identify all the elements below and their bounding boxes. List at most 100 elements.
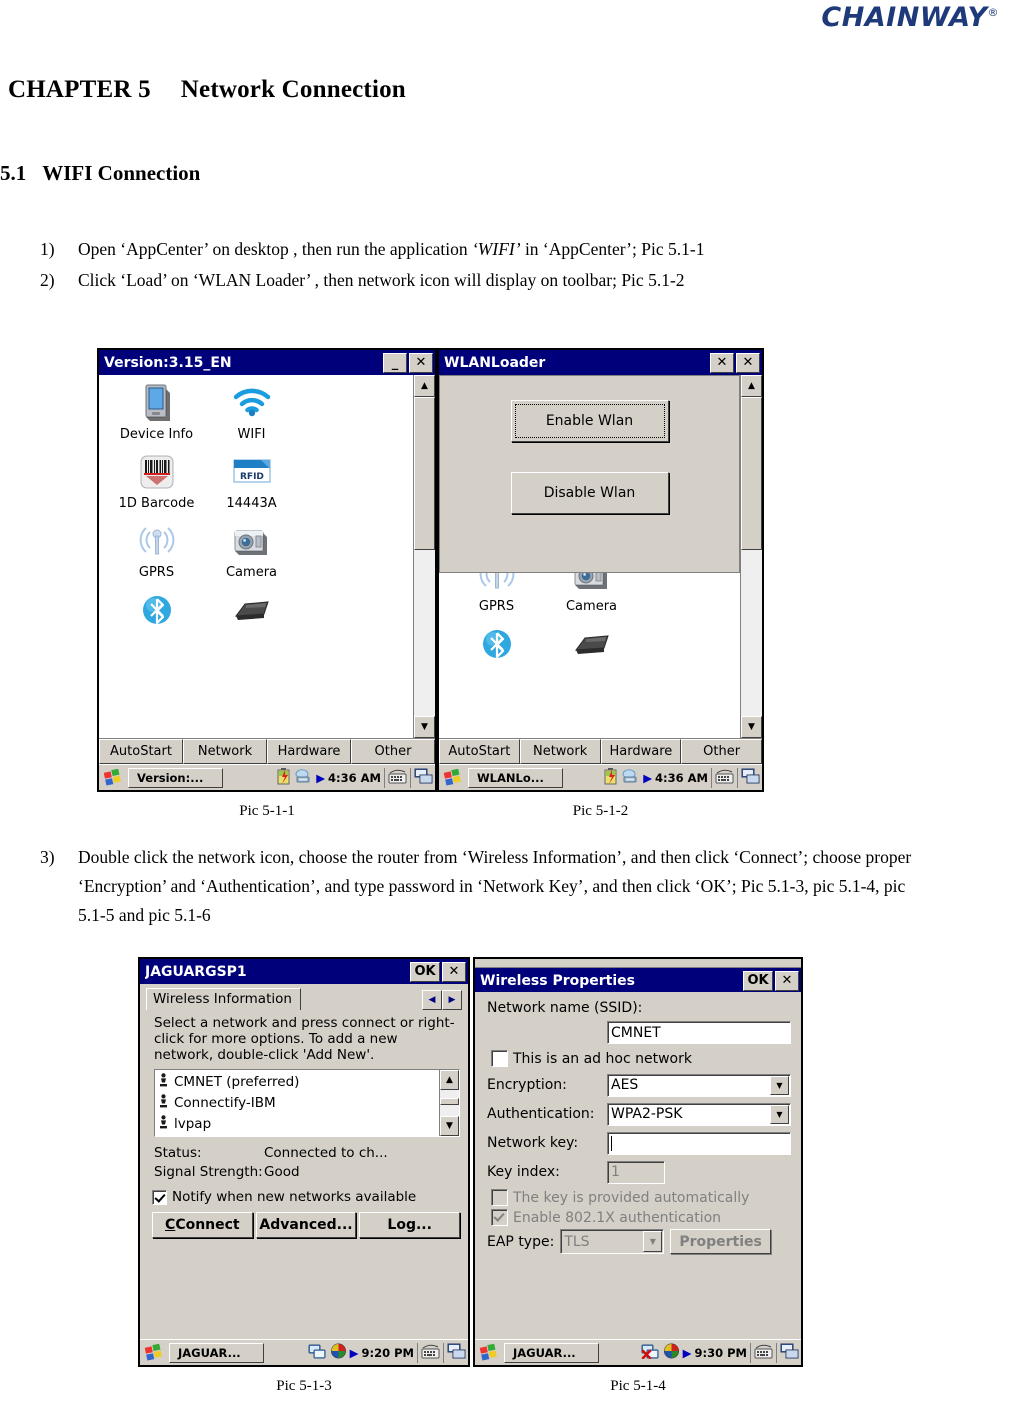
tab-wireless-information[interactable]: Wireless Information (146, 988, 301, 1010)
desktop-icon-14443a[interactable]: RFID 14443A (204, 450, 299, 511)
battery-icon[interactable] (277, 767, 291, 788)
start-button-icon[interactable] (142, 1342, 166, 1363)
connect-button[interactable]: C Connect (152, 1212, 253, 1238)
show-desktop-icon[interactable] (780, 1343, 799, 1362)
clock-time[interactable]: 9:20 PM (362, 1346, 414, 1360)
desktop-icon-camera[interactable]: Camera (204, 519, 299, 580)
scrollbar-thumb[interactable] (741, 397, 762, 551)
network-connection-icon[interactable] (621, 768, 640, 787)
adhoc-checkbox[interactable] (491, 1050, 508, 1067)
scrollbar-track[interactable] (741, 397, 762, 716)
tab-network[interactable]: Network (183, 739, 267, 764)
soft-keyboard-icon[interactable] (388, 768, 407, 787)
chevron-down-icon[interactable]: ▼ (770, 1075, 789, 1095)
close-button[interactable]: ✕ (442, 961, 466, 982)
start-button-icon[interactable] (441, 767, 465, 788)
list-item[interactable]: Connectify-IBM (159, 1092, 439, 1113)
log-button[interactable]: Log... (359, 1212, 461, 1238)
taskbar-window-button[interactable]: Version:... (128, 767, 223, 788)
encryption-select[interactable]: AES ▼ (607, 1073, 791, 1097)
show-desktop-icon[interactable] (741, 768, 760, 787)
clock-time[interactable]: 4:36 AM (328, 771, 381, 785)
advanced-button[interactable]: Advanced... (255, 1212, 357, 1238)
wireless-signal-tray-icon[interactable] (663, 1343, 680, 1362)
scrollbar-thumb[interactable] (440, 1097, 459, 1106)
tab-scroll-left-icon[interactable]: ◀ (422, 990, 442, 1010)
scroll-up-arrow[interactable]: ▲ (440, 1070, 459, 1090)
network-list[interactable]: CMNET (preferred) Connectify-IBM lvpap ▲… (154, 1069, 460, 1137)
clock-time[interactable]: 4:36 AM (655, 771, 708, 785)
network-list-scrollbar[interactable]: ▲ ▼ (439, 1070, 459, 1136)
desktop-icon-label: 14443A (226, 496, 277, 511)
soft-keyboard-icon[interactable] (715, 768, 734, 787)
wireless-signal-tray-icon[interactable] (330, 1343, 347, 1362)
start-button-icon[interactable] (101, 767, 125, 788)
tab-scroll-right-icon[interactable]: ▶ (442, 990, 462, 1010)
scroll-down-arrow[interactable]: ▼ (414, 716, 435, 738)
tray-play-arrow-icon[interactable]: ▶ (316, 771, 325, 785)
desktop-icon-gprs[interactable]: GPRS (109, 519, 204, 580)
tab-autostart[interactable]: AutoStart (439, 739, 520, 764)
desktop-icon-scanner[interactable] (204, 588, 299, 634)
tray-play-arrow-icon[interactable]: ▶ (683, 1346, 692, 1360)
soft-keyboard-icon[interactable] (421, 1343, 440, 1362)
chevron-down-icon[interactable]: ▼ (770, 1104, 789, 1124)
close-button[interactable]: ✕ (775, 970, 799, 991)
battery-icon[interactable] (604, 767, 618, 788)
tray-play-arrow-icon[interactable]: ▶ (643, 771, 652, 785)
show-desktop-icon[interactable] (447, 1343, 466, 1362)
tab-autostart[interactable]: AutoStart (99, 739, 183, 764)
system-tray: ▶ 9:30 PM (641, 1342, 799, 1363)
list-item[interactable]: lvpap (159, 1113, 439, 1134)
notify-checkbox[interactable] (152, 1189, 167, 1205)
desktop-icon-wifi[interactable]: WIFI (204, 381, 299, 442)
list-item[interactable]: CMNET (preferred) (159, 1071, 439, 1092)
key-index-input[interactable]: 1 (607, 1160, 665, 1184)
section-heading: 5.1 WIFI Connection (0, 161, 200, 186)
tab-other[interactable]: Other (681, 739, 762, 764)
desktop-scrollbar[interactable]: ▲ ▼ (413, 375, 435, 738)
tab-hardware[interactable]: Hardware (600, 739, 682, 764)
taskbar-window-button[interactable]: JAGUAR... (169, 1342, 264, 1363)
minimize-button[interactable]: _ (383, 352, 407, 373)
tab-other[interactable]: Other (351, 739, 435, 764)
scroll-up-arrow[interactable]: ▲ (741, 375, 762, 397)
ok-button[interactable]: OK (410, 961, 440, 982)
taskbar-window-button[interactable]: JAGUAR... (504, 1342, 599, 1363)
ssid-input[interactable]: CMNET (607, 1021, 791, 1044)
close-button-outer[interactable]: ✕ (736, 352, 760, 373)
encryption-value: AES (611, 1077, 639, 1093)
network-connection-icon[interactable] (294, 768, 313, 787)
scroll-down-arrow[interactable]: ▼ (741, 716, 762, 738)
desktop-icon-device-info[interactable]: Device Info (109, 381, 204, 442)
taskbar-window-button[interactable]: WLANLo... (468, 767, 563, 788)
network-key-input[interactable] (607, 1131, 791, 1155)
show-desktop-icon[interactable] (414, 768, 433, 787)
scrollbar-track[interactable] (440, 1090, 459, 1116)
desktop-scrollbar[interactable]: ▲ ▼ (740, 375, 762, 738)
enable-wlan-button[interactable]: Enable Wlan (510, 400, 669, 442)
desktop-icon-1d-barcode[interactable]: 1D Barcode (109, 450, 204, 511)
tab-hardware[interactable]: Hardware (267, 739, 351, 764)
desktop-icon-scanner[interactable] (544, 622, 639, 668)
clock-time[interactable]: 9:30 PM (695, 1346, 747, 1360)
scroll-down-arrow[interactable]: ▼ (440, 1116, 459, 1136)
authentication-select[interactable]: WPA2-PSK ▼ (607, 1102, 791, 1126)
scroll-up-arrow[interactable]: ▲ (414, 375, 435, 397)
start-button-icon[interactable] (477, 1342, 501, 1363)
network-disconnected-icon[interactable] (641, 1343, 660, 1362)
tab-network[interactable]: Network (519, 739, 601, 764)
close-button[interactable]: ✕ (409, 352, 433, 373)
network-connection-icon[interactable] (308, 1343, 327, 1362)
close-button-inner[interactable]: ✕ (710, 352, 734, 373)
adhoc-checkbox-row[interactable]: This is an ad hoc network (491, 1050, 795, 1067)
soft-keyboard-icon[interactable] (754, 1343, 773, 1362)
notify-checkbox-row[interactable]: Notify when new networks available (152, 1189, 462, 1205)
desktop-icon-bluetooth[interactable] (449, 622, 544, 668)
ok-button[interactable]: OK (743, 970, 773, 991)
scrollbar-thumb[interactable] (414, 397, 435, 551)
tray-play-arrow-icon[interactable]: ▶ (350, 1346, 359, 1360)
disable-wlan-button[interactable]: Disable Wlan (510, 472, 669, 514)
desktop-icon-bluetooth[interactable] (109, 588, 204, 634)
scrollbar-track[interactable] (414, 397, 435, 716)
